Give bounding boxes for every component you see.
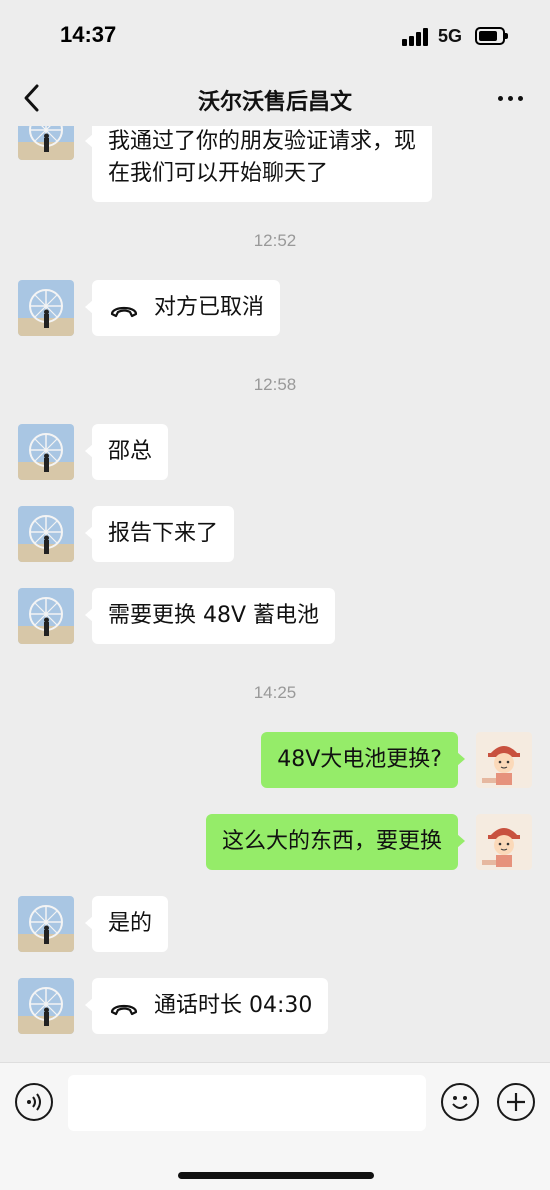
phone-icon [108, 996, 140, 1016]
message-text: 邵总 [108, 439, 153, 464]
status-bar: 14:37 5G [0, 0, 550, 70]
more-icon[interactable] [496, 84, 526, 112]
my-avatar[interactable] [476, 732, 532, 788]
message-bubble[interactable]: 报告下来了 [84, 506, 235, 562]
message-input[interactable] [68, 1075, 426, 1131]
signal-icon [402, 28, 430, 46]
phone-icon [108, 298, 140, 318]
message-text: 需要更换 48V 蓄电池 [108, 603, 320, 628]
status-time: 14:37 [60, 22, 117, 47]
message-text: 在我们可以开始聊天了 [108, 161, 329, 186]
contact-avatar[interactable] [18, 896, 74, 952]
call-bubble[interactable]: 通话时长 04:30 [84, 978, 329, 1034]
message-bubble[interactable]: 是的 [84, 896, 169, 952]
chat-area[interactable]: 我通过了你的朋友验证请求，现 在我们可以开始聊天了 12:52 对方已取消 12… [0, 126, 550, 1062]
nav-bar: 沃尔沃售后昌文 [0, 70, 550, 126]
battery-icon [475, 27, 508, 45]
contact-avatar[interactable] [18, 978, 74, 1034]
call-duration-text: 通话时长 04:30 [154, 993, 313, 1018]
chat-title: 沃尔沃售后昌文 [197, 90, 352, 115]
input-bar [0, 1062, 550, 1190]
contact-avatar[interactable] [18, 280, 74, 336]
timestamp: 12:52 [253, 231, 297, 250]
contact-avatar[interactable] [18, 424, 74, 480]
message-bubble[interactable]: 48V大电池更换? [261, 732, 465, 788]
home-indicator [178, 1172, 374, 1179]
call-status-text: 对方已取消 [154, 295, 265, 320]
contact-avatar[interactable] [18, 506, 74, 562]
call-bubble[interactable]: 对方已取消 [84, 280, 281, 336]
plus-icon[interactable] [497, 1083, 535, 1121]
emoji-icon[interactable] [441, 1083, 479, 1121]
message-text: 是的 [108, 911, 153, 936]
contact-avatar[interactable] [18, 588, 74, 644]
message-text: 这么大的东西，要更换 [221, 829, 442, 854]
voice-icon[interactable] [15, 1083, 53, 1121]
timestamp: 12:58 [253, 375, 297, 394]
message-bubble[interactable]: 这么大的东西，要更换 [205, 814, 466, 870]
message-text: 报告下来了 [108, 521, 219, 546]
message-bubble[interactable]: 我通过了你的朋友验证请求，现 在我们可以开始聊天了 [84, 126, 433, 202]
message-text: 我通过了你的朋友验证请求，现 [108, 129, 417, 154]
network-type: 5G [438, 26, 463, 46]
message-text: 48V大电池更换? [277, 747, 442, 772]
message-bubble[interactable]: 邵总 [84, 424, 169, 480]
contact-avatar[interactable] [18, 126, 74, 160]
message-bubble[interactable]: 需要更换 48V 蓄电池 [84, 588, 336, 644]
my-avatar[interactable] [476, 814, 532, 870]
timestamp: 14:25 [253, 683, 297, 702]
